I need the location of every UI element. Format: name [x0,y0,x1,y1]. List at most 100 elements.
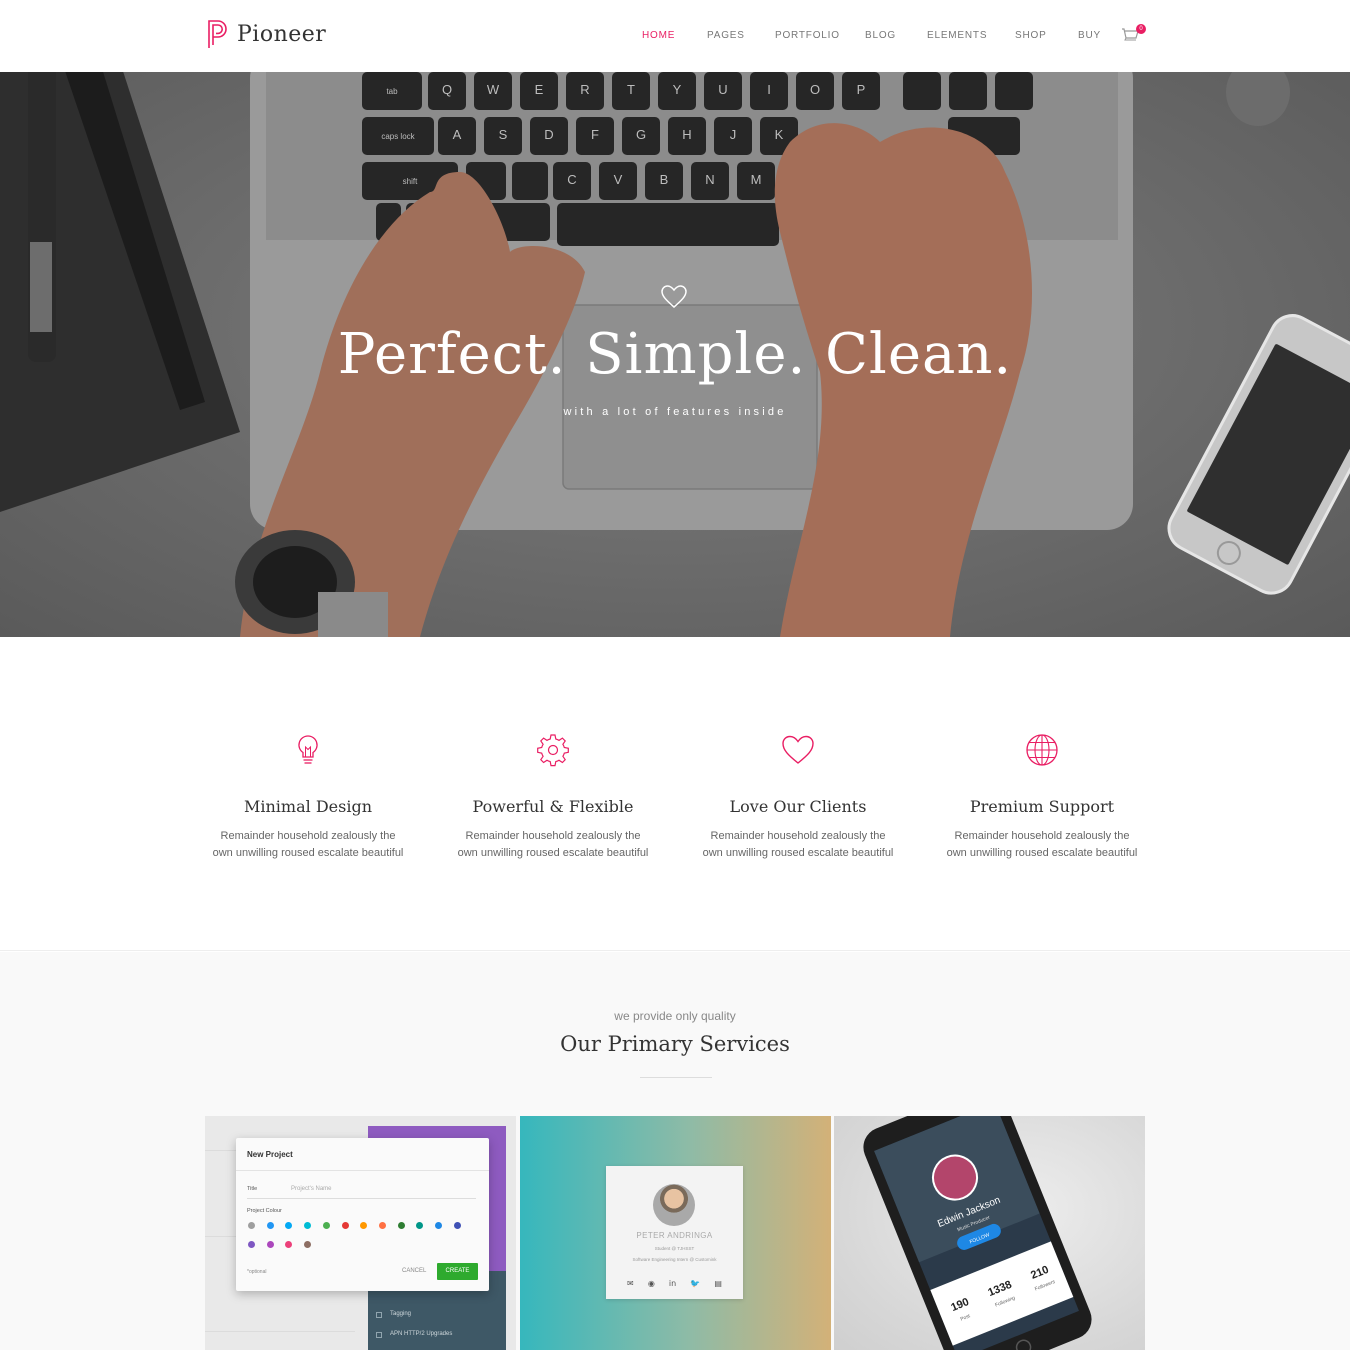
keyboard-key-label: S [499,127,508,142]
hero-subtitle: with a lot of features inside [563,406,787,418]
colour-swatch[interactable] [285,1222,293,1229]
keyboard-key-label: U [718,82,727,97]
feature-powerful-flexible: Powerful & Flexible Remainder household … [431,733,675,862]
section-divider [640,1077,712,1078]
keyboard-key-label: D [544,127,553,142]
service-card-mobile-app[interactable]: Edwin Jackson Music Producer FOLLOW 190 … [834,1116,1145,1350]
nav-item-elements[interactable]: ELEMENTS [927,30,987,41]
keyboard-key-label: G [636,127,646,142]
feature-love-clients: Love Our Clients Remainder household zea… [676,733,920,862]
background-line [205,1331,355,1332]
mail-icon[interactable]: ✉ [627,1279,634,1289]
list-item: Tagging [390,1311,412,1317]
document-icon[interactable]: ▤ [714,1279,722,1289]
divider [236,1170,489,1171]
checkbox [376,1332,382,1338]
keyboard-key [512,162,548,200]
colour-swatch[interactable] [266,1222,274,1229]
profile-line: Student @ TJHSST [654,1246,695,1251]
feature-premium-support: Premium Support Remainder household zeal… [920,733,1164,862]
nav-item-blog[interactable]: BLOG [865,30,896,41]
feature-title: Powerful & Flexible [472,797,634,816]
colour-swatch[interactable] [378,1222,386,1229]
hero-section: tab caps lock shift Q W E R T Y U I O P A S D F G H J K C V B N M… [0,72,1350,637]
keyboard-key-label: P [857,82,866,97]
keyboard-key-label: M [751,172,762,187]
colour-swatch[interactable] [285,1241,293,1248]
keyboard-key-label: R [580,82,589,97]
profile-card: PETER ANDRINGA Student @ TJHSST Software… [606,1166,743,1299]
keyboard-key-label: T [627,82,635,97]
nav-item-buy[interactable]: BUY [1078,30,1101,41]
feature-title: Premium Support [969,797,1115,816]
colour-swatch[interactable] [435,1222,442,1229]
keyboard-key-label: H [682,127,691,142]
nav-item-portfolio[interactable]: PORTFOLIO [775,30,840,41]
feature-title: Minimal Design [243,797,372,816]
feature-text: Remainder household zealously the own un… [702,830,894,859]
keyboard-key-label: caps lock [381,132,415,141]
keyboard-key [903,72,941,110]
colour-swatch[interactable] [266,1241,274,1248]
colour-swatch[interactable] [304,1241,312,1248]
services-section: we provide only quality Our Primary Serv… [0,952,1350,1350]
colour-swatch[interactable] [248,1241,255,1248]
twitter-icon[interactable]: 🐦 [690,1279,700,1289]
list-item: APN HTTP/2 Upgrades [390,1331,453,1337]
colour-swatch[interactable] [360,1222,368,1229]
keyboard-key-label: K [775,127,784,142]
cart-count-badge: 0 [1136,24,1146,34]
colour-swatch[interactable] [453,1222,461,1229]
feature-minimal-design: Minimal Design Remainder household zealo… [186,733,430,862]
service-card-project-dialog[interactable]: Tagging APN HTTP/2 Upgrades New Project … [205,1116,516,1350]
feature-text: Remainder household zealously the own un… [212,830,404,859]
keyboard-key-label: B [660,172,669,187]
hero-title: Perfect. Simple. Clean. [337,322,1013,387]
colour-swatch[interactable] [397,1222,405,1229]
github-icon[interactable]: ◉ [648,1279,655,1289]
colour-swatch[interactable] [416,1222,424,1229]
phone-mockup: Edwin Jackson Music Producer FOLLOW 190 … [863,1116,1092,1350]
profile-line: Software Engineering Intern @ Customink [632,1257,717,1262]
checkbox [376,1312,382,1318]
feature-text: Remainder household zealously the own un… [946,830,1138,859]
keyboard-key-label: E [535,82,544,97]
feature-text: Remainder household zealously the own un… [457,830,649,859]
dialog-title: New Project [247,1150,293,1159]
colour-swatch[interactable] [304,1222,312,1229]
profile-name: PETER ANDRINGA [636,1231,713,1240]
keyboard-key [995,72,1033,110]
colour-swatch[interactable] [322,1222,330,1229]
optional-note: *optional [247,1269,267,1275]
colour-swatch[interactable] [248,1222,255,1229]
keyboard-key-label: J [730,127,737,142]
keyboard-key-label: Q [442,82,452,97]
nav-item-shop[interactable]: SHOP [1015,30,1047,41]
services-title: Our Primary Services [560,1032,790,1056]
nav-item-pages[interactable]: PAGES [707,30,745,41]
cancel-button[interactable]: CANCEL [402,1268,426,1274]
keyboard-key-label: I [767,82,771,97]
colour-swatch[interactable] [341,1222,349,1229]
new-project-dialog: New Project Title Project's Name Project… [236,1138,489,1291]
keyboard-key-label: W [487,82,500,97]
nav-item-home[interactable]: HOME [642,30,675,41]
heart-outline-icon [661,285,687,308]
heart-icon [782,735,814,764]
keyboard-key [949,72,987,110]
gear-icon [537,734,569,767]
create-button[interactable]: CREATE [437,1263,478,1280]
keyboard-key-label: V [614,172,623,187]
service-card-profile[interactable]: PETER ANDRINGA Student @ TJHSST Software… [520,1116,831,1350]
social-icons: ✉ ◉ in 🐦 ▤ [627,1279,722,1289]
keyboard-key-label: N [705,172,714,187]
features-section: Minimal Design Remainder household zealo… [0,637,1350,951]
keyboard-key-label: F [591,127,599,142]
title-label: Title [247,1186,258,1192]
project-colour-label: Project Colour [247,1208,282,1214]
input-underline [247,1198,476,1199]
linkedin-icon[interactable]: in [669,1279,676,1289]
feature-title: Love Our Clients [729,797,867,816]
avatar [653,1184,695,1226]
site-header: Pioneer HOME PAGES PORTFOLIO BLOG ELEMEN… [0,0,1350,72]
